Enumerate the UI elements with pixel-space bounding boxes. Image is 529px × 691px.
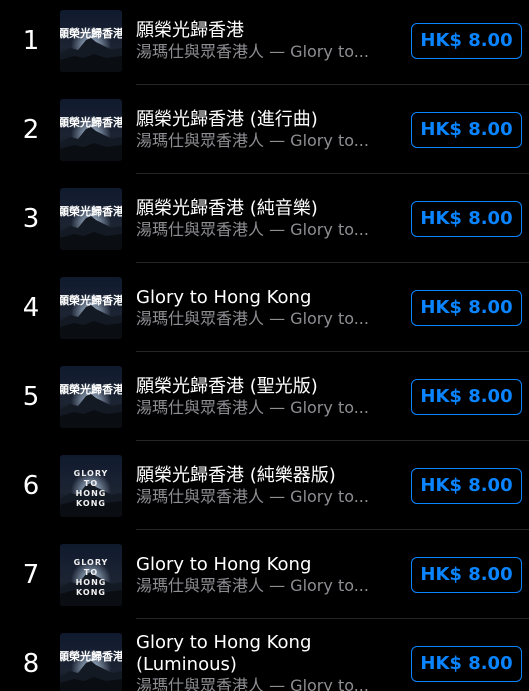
- track-info: Glory to Hong Kong 湯瑪仕與眾香港人 — Glory to...: [136, 554, 386, 596]
- track-title: Glory to Hong Kong: [136, 553, 312, 575]
- track-artist-album: 湯瑪仕與眾香港人 — Glory to...: [136, 397, 369, 417]
- track-artist-album: 湯瑪仕與眾香港人 — Glory to...: [136, 130, 369, 150]
- track-title: Glory to Hong Kong (Luminous): [136, 631, 312, 675]
- track-row[interactable]: 7 GLORY TO HONG KONG Glory to Hong Kong 湯瑪…: [0, 530, 529, 619]
- svg-text:願榮光歸香港: 願榮光歸香港: [60, 204, 122, 218]
- album-artwork: 願榮光歸香港: [60, 276, 122, 339]
- track-title: 願榮光歸香港: [136, 19, 244, 41]
- album-artwork: 願榮光歸香港: [60, 632, 122, 691]
- buy-price-button[interactable]: HK$ 8.00: [411, 22, 522, 59]
- track-title: 願榮光歸香港 (聖光版): [136, 375, 318, 397]
- album-artwork: GLORY TO HONG KONG: [60, 454, 122, 517]
- track-row[interactable]: 2 願榮光歸香港 願榮光歸香港 (進行曲) 湯瑪仕與眾香港人 — Glory to.…: [0, 85, 529, 174]
- track-rank: 4: [22, 292, 40, 323]
- album-artwork-text: GLORY TO HONG KONG: [73, 557, 109, 597]
- track-row[interactable]: 8 願榮光歸香港 Glory to Hong Kong (Luminous) 湯瑪仕…: [0, 619, 529, 691]
- track-rank: 1: [22, 25, 40, 56]
- track-artist-album: 湯瑪仕與眾香港人 — Glory to...: [136, 575, 369, 595]
- buy-price-button[interactable]: HK$ 8.00: [411, 200, 522, 237]
- svg-text:願榮光歸香港: 願榮光歸香港: [60, 649, 122, 663]
- buy-price-button[interactable]: HK$ 8.00: [411, 289, 522, 326]
- buy-price-button[interactable]: HK$ 8.00: [411, 556, 522, 593]
- track-info: 願榮光歸香港 (進行曲) 湯瑪仕與眾香港人 — Glory to...: [136, 109, 386, 151]
- track-rank: 2: [22, 114, 40, 145]
- track-title: 願榮光歸香港 (進行曲): [136, 108, 318, 130]
- buy-price-button[interactable]: HK$ 8.00: [411, 645, 522, 682]
- track-info: 願榮光歸香港 (純樂器版) 湯瑪仕與眾香港人 — Glory to...: [136, 465, 386, 507]
- track-info: Glory to Hong Kong 湯瑪仕與眾香港人 — Glory to...: [136, 287, 386, 329]
- track-artist-album: 湯瑪仕與眾香港人 — Glory to...: [136, 308, 369, 328]
- track-info: Glory to Hong Kong (Luminous) 湯瑪仕與眾香港人 — …: [136, 632, 386, 691]
- svg-text:願榮光歸香港: 願榮光歸香港: [60, 26, 122, 40]
- track-row[interactable]: 6 GLORY TO HONG KONG 願榮光歸香港 (純樂器版) 湯瑪仕與眾香港…: [0, 441, 529, 530]
- track-artist-album: 湯瑪仕與眾香港人 — Glory to...: [136, 219, 369, 239]
- buy-price-button[interactable]: HK$ 8.00: [411, 467, 522, 504]
- track-rank: 6: [22, 470, 40, 501]
- track-row[interactable]: 1 願榮光歸香港 願榮光歸香港 湯瑪仕與眾香港人 — Glory to... HK$ …: [0, 0, 529, 85]
- album-artwork-text: GLORY TO HONG KONG: [73, 468, 109, 508]
- svg-text:願榮光歸香港: 願榮光歸香港: [60, 115, 122, 129]
- track-title: Glory to Hong Kong: [136, 286, 312, 308]
- track-row[interactable]: 4 願榮光歸香港 Glory to Hong Kong 湯瑪仕與眾香港人 — Glo…: [0, 263, 529, 352]
- album-artwork: GLORY TO HONG KONG: [60, 543, 122, 606]
- svg-text:願榮光歸香港: 願榮光歸香港: [60, 293, 122, 307]
- track-rank: 8: [22, 648, 40, 679]
- track-rank: 7: [22, 559, 40, 590]
- track-title: 願榮光歸香港 (純樂器版): [136, 464, 336, 486]
- track-rank: 5: [22, 381, 40, 412]
- track-info: 願榮光歸香港 (純音樂) 湯瑪仕與眾香港人 — Glory to...: [136, 198, 386, 240]
- track-artist-album: 湯瑪仕與眾香港人 — Glory to...: [136, 486, 369, 506]
- album-artwork: 願榮光歸香港: [60, 187, 122, 250]
- album-artwork: 願榮光歸香港: [60, 98, 122, 161]
- track-list: 1 願榮光歸香港 願榮光歸香港 湯瑪仕與眾香港人 — Glory to... HK$ …: [0, 0, 529, 691]
- track-info: 願榮光歸香港 (聖光版) 湯瑪仕與眾香港人 — Glory to...: [136, 376, 386, 418]
- track-info: 願榮光歸香港 湯瑪仕與眾香港人 — Glory to...: [136, 20, 386, 62]
- album-artwork: 願榮光歸香港: [60, 9, 122, 72]
- track-title: 願榮光歸香港 (純音樂): [136, 197, 318, 219]
- track-row[interactable]: 5 願榮光歸香港 願榮光歸香港 (聖光版) 湯瑪仕與眾香港人 — Glory to.…: [0, 352, 529, 441]
- svg-text:願榮光歸香港: 願榮光歸香港: [60, 382, 122, 396]
- track-artist-album: 湯瑪仕與眾香港人 — Glory to...: [136, 41, 369, 61]
- album-artwork: 願榮光歸香港: [60, 365, 122, 428]
- buy-price-button[interactable]: HK$ 8.00: [411, 111, 522, 148]
- track-rank: 3: [22, 203, 40, 234]
- track-row[interactable]: 3 願榮光歸香港 願榮光歸香港 (純音樂) 湯瑪仕與眾香港人 — Glory to.…: [0, 174, 529, 263]
- buy-price-button[interactable]: HK$ 8.00: [411, 378, 522, 415]
- track-artist-album: 湯瑪仕與眾香港人 — Glory to...: [136, 675, 369, 691]
